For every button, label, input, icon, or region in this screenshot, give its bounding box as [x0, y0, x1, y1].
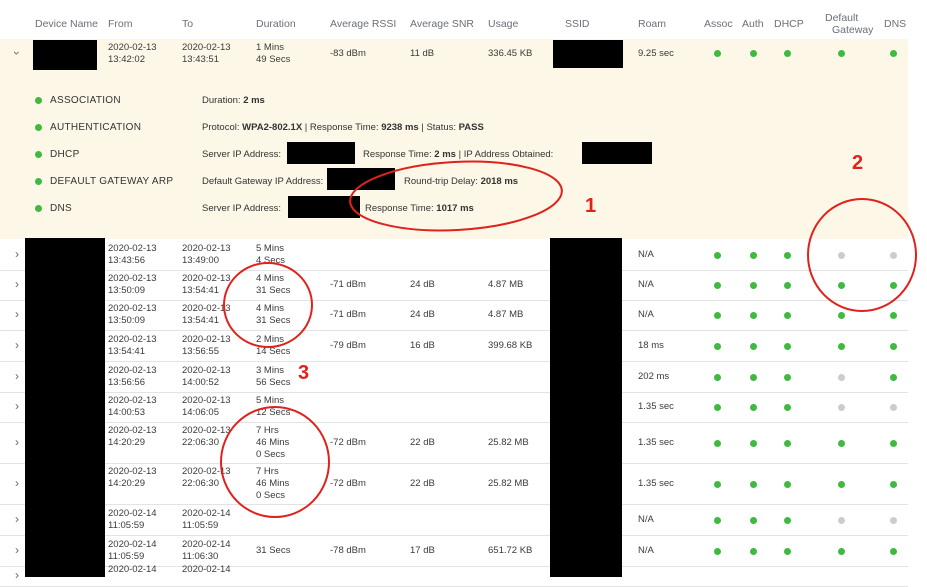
- annotation-number-1: 1: [585, 195, 597, 217]
- annotation-ellipse-2: [807, 198, 917, 312]
- annotation-ellipse-3b: [220, 406, 330, 518]
- annotation-number-2: 2: [852, 152, 864, 174]
- annotation-ellipse-1: [349, 160, 563, 232]
- annotation-overlay: [220, 160, 917, 518]
- annotation-ellipse-3a: [223, 262, 313, 348]
- annotation-number-3: 3: [298, 362, 310, 384]
